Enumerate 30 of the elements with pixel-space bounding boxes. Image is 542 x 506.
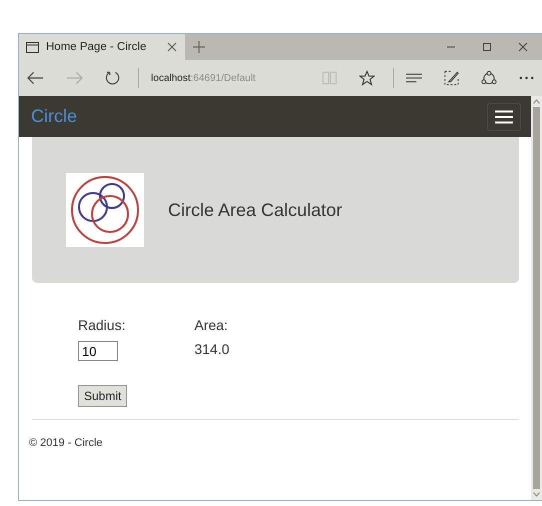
menu-icon <box>495 110 513 124</box>
refresh-icon[interactable] <box>105 70 120 86</box>
url-path: :64691/Default <box>190 72 256 84</box>
radius-label: Radius: <box>78 317 126 333</box>
new-tab-icon[interactable] <box>193 41 205 53</box>
scroll-up-icon[interactable] <box>533 99 540 104</box>
more-icon[interactable] <box>518 76 534 80</box>
menu-button[interactable] <box>487 102 521 130</box>
submit-button[interactable]: Submit <box>78 385 128 407</box>
tab-title: Home Page - Circle <box>46 41 148 53</box>
url-host: localhost <box>151 72 191 84</box>
close-tab-icon[interactable] <box>167 42 177 52</box>
area-value: 314.0 <box>194 341 230 357</box>
pen-icon[interactable] <box>444 70 459 86</box>
scroll-thumb[interactable] <box>533 107 540 489</box>
browser-tab[interactable]: Home Page - Circle <box>19 34 185 60</box>
area-label: Area: <box>194 317 228 333</box>
maximize-icon[interactable] <box>482 42 492 52</box>
page-icon <box>26 42 39 52</box>
address-field[interactable]: localhost:64691/Default <box>151 72 312 84</box>
share-icon[interactable] <box>480 70 497 86</box>
footer-text: © 2019 - Circle <box>29 437 104 449</box>
back-icon[interactable] <box>27 71 44 85</box>
menu-lines-icon[interactable] <box>406 73 422 83</box>
radius-field[interactable]: 10 <box>78 341 118 361</box>
page-title: Circle Area Calculator <box>168 200 342 220</box>
close-icon[interactable] <box>518 42 528 52</box>
scroll-down-icon[interactable] <box>533 492 540 497</box>
star-icon[interactable] <box>358 70 375 86</box>
scrollbar[interactable] <box>531 96 542 500</box>
